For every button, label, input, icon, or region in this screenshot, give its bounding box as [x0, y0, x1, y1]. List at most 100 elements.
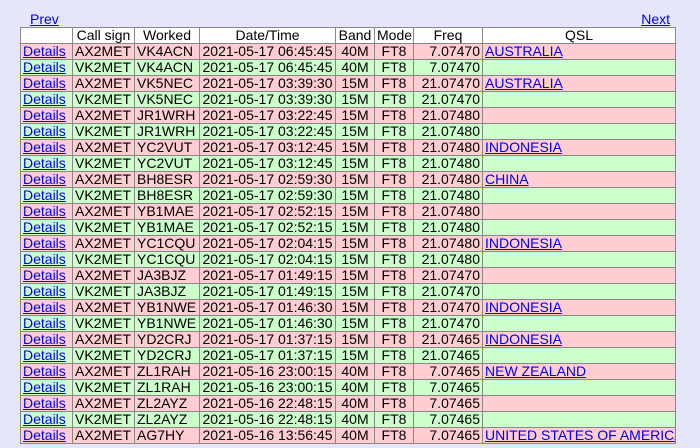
mode-cell: FT8 [374, 123, 414, 140]
band-cell: 40M [335, 395, 375, 412]
mode-cell: FT8 [374, 107, 414, 124]
details-cell: Details [20, 395, 73, 412]
details-link[interactable]: Details [23, 237, 66, 251]
details-cell: Details [20, 235, 73, 252]
freq-cell: 21.07480 [413, 203, 483, 220]
worked-cell: YD2CRJ [134, 331, 200, 348]
details-link[interactable]: Details [23, 413, 66, 427]
datetime-cell: 2021-05-17 01:46:30 [199, 315, 336, 332]
call-sign-cell: AX2MET [72, 235, 135, 252]
qsl-link[interactable]: CHINA [485, 173, 529, 187]
freq-cell: 21.07480 [413, 107, 483, 124]
details-link[interactable]: Details [23, 61, 66, 75]
call-sign-cell: VK2MET [72, 411, 135, 428]
col-header-mode: Mode [374, 27, 414, 44]
details-link[interactable]: Details [23, 93, 66, 107]
details-cell: Details [20, 107, 73, 124]
details-link[interactable]: Details [23, 381, 66, 395]
table-row: Details AX2MET AG7HY 2021-05-16 13:56:45 40M… [20, 427, 676, 444]
freq-cell: 21.07465 [413, 331, 483, 348]
details-link[interactable]: Details [23, 429, 66, 443]
worked-cell: JR1WRH [134, 107, 200, 124]
datetime-cell: 2021-05-17 03:22:45 [199, 107, 336, 124]
details-link[interactable]: Details [23, 269, 66, 283]
details-link[interactable]: Details [23, 173, 66, 187]
details-link[interactable]: Details [23, 285, 66, 299]
qso-log-table: Call sign Worked Date/Time Band Mode Fre… [20, 27, 676, 444]
table-row: Details AX2MET YB1NWE 2021-05-17 01:46:30 15… [20, 299, 676, 316]
details-link[interactable]: Details [23, 333, 66, 347]
band-cell: 15M [335, 315, 375, 332]
table-row: Details VK2MET JR1WRH 2021-05-17 03:22:45 15… [20, 123, 676, 140]
next-link[interactable]: Next [641, 11, 670, 27]
datetime-cell: 2021-05-16 22:48:15 [199, 411, 336, 428]
call-sign-cell: VK2MET [72, 155, 135, 172]
table-row: Details AX2MET YD2CRJ 2021-05-17 01:37:15 15… [20, 331, 676, 348]
qsl-cell [482, 347, 676, 364]
datetime-cell: 2021-05-17 01:49:15 [199, 283, 336, 300]
details-link[interactable]: Details [23, 157, 66, 171]
qsl-link[interactable]: INDONESIA [485, 301, 562, 315]
datetime-cell: 2021-05-16 23:00:15 [199, 379, 336, 396]
details-link[interactable]: Details [23, 253, 66, 267]
qsl-cell [482, 379, 676, 396]
qsl-cell: INDONESIA [482, 235, 676, 252]
details-cell: Details [20, 251, 73, 268]
datetime-cell: 2021-05-17 03:12:45 [199, 155, 336, 172]
qsl-link[interactable]: INDONESIA [485, 141, 562, 155]
table-row: Details VK2MET BH8ESR 2021-05-17 02:59:30 15… [20, 187, 676, 204]
details-link[interactable]: Details [23, 221, 66, 235]
details-link[interactable]: Details [23, 349, 66, 363]
details-link[interactable]: Details [23, 397, 66, 411]
prev-link[interactable]: Prev [30, 11, 59, 27]
call-sign-cell: AX2MET [72, 107, 135, 124]
details-link[interactable]: Details [23, 109, 66, 123]
call-sign-cell: AX2MET [72, 363, 135, 380]
details-link[interactable]: Details [23, 45, 66, 59]
freq-cell: 21.07480 [413, 219, 483, 236]
worked-cell: YC2VUT [134, 139, 200, 156]
band-cell: 40M [335, 363, 375, 380]
details-link[interactable]: Details [23, 365, 66, 379]
table-row: Details VK2MET YB1MAE 2021-05-17 02:52:15 15… [20, 219, 676, 236]
freq-cell: 21.07470 [413, 299, 483, 316]
qsl-cell: NEW ZEALAND [482, 363, 676, 380]
qsl-link[interactable]: INDONESIA [485, 333, 562, 347]
table-row: Details VK2MET YC1CQU 2021-05-17 02:04:15 15… [20, 251, 676, 268]
col-header-qsl: QSL [482, 27, 676, 44]
mode-cell: FT8 [374, 235, 414, 252]
band-cell: 40M [335, 379, 375, 396]
table-body: Details AX2MET VK4ACN 2021-05-17 06:45:45 40… [20, 43, 676, 444]
table-row: Details AX2MET YC1CQU 2021-05-17 02:04:15 15… [20, 235, 676, 252]
details-link[interactable]: Details [23, 205, 66, 219]
qsl-link[interactable]: NEW ZEALAND [485, 365, 586, 379]
table-row: Details VK2MET VK4ACN 2021-05-17 06:45:45 40… [20, 59, 676, 76]
qsl-cell: UNITED STATES OF AMERICA [482, 427, 676, 444]
call-sign-cell: VK2MET [72, 91, 135, 108]
mode-cell: FT8 [374, 91, 414, 108]
mode-cell: FT8 [374, 203, 414, 220]
freq-cell: 21.07480 [413, 171, 483, 188]
mode-cell: FT8 [374, 283, 414, 300]
qsl-link[interactable]: AUSTRALIA [485, 77, 563, 91]
details-link[interactable]: Details [23, 301, 66, 315]
mode-cell: FT8 [374, 75, 414, 92]
col-header-details [20, 27, 73, 44]
qsl-link[interactable]: AUSTRALIA [485, 45, 563, 59]
details-link[interactable]: Details [23, 77, 66, 91]
details-link[interactable]: Details [23, 317, 66, 331]
call-sign-cell: VK2MET [72, 59, 135, 76]
details-link[interactable]: Details [23, 189, 66, 203]
mode-cell: FT8 [374, 139, 414, 156]
details-cell: Details [20, 59, 73, 76]
table-row: Details AX2MET ZL1RAH 2021-05-16 23:00:15 40… [20, 363, 676, 380]
details-cell: Details [20, 139, 73, 156]
details-link[interactable]: Details [23, 125, 66, 139]
freq-cell: 7.07465 [413, 379, 483, 396]
band-cell: 15M [335, 187, 375, 204]
call-sign-cell: AX2MET [72, 299, 135, 316]
qsl-link[interactable]: INDONESIA [485, 237, 562, 251]
details-link[interactable]: Details [23, 141, 66, 155]
pager: Prev Next [20, 10, 675, 27]
qsl-link[interactable]: UNITED STATES OF AMERICA [485, 429, 675, 443]
